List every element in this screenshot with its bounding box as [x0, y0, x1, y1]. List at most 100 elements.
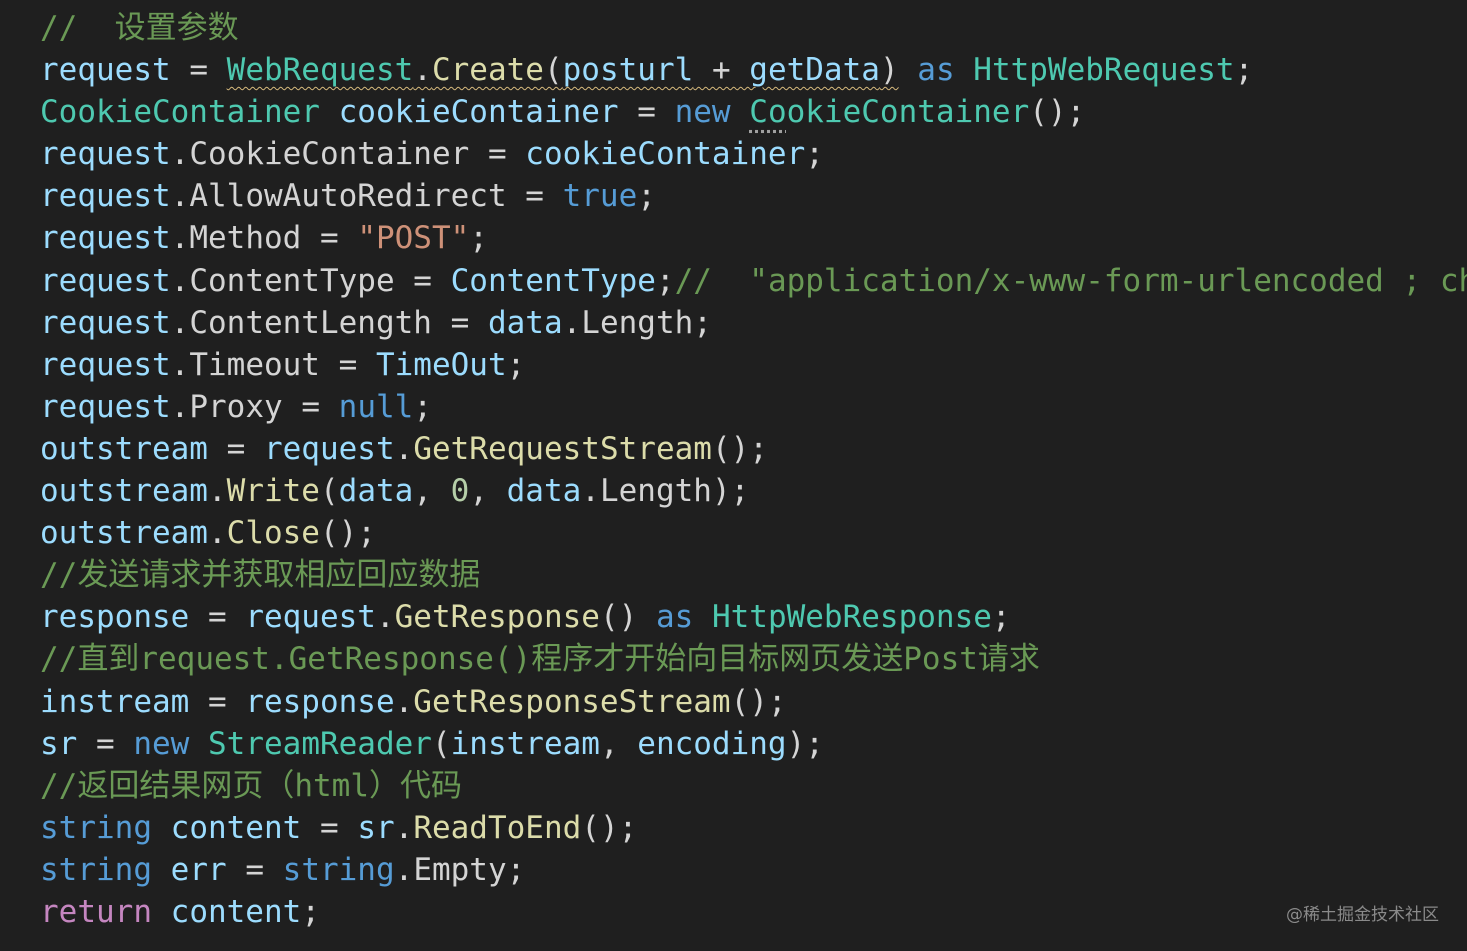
code-token: cookieContainer — [338, 94, 619, 131]
code-line[interactable]: outstream.Close(); — [40, 512, 1467, 554]
code-token: true — [562, 178, 638, 215]
code-token: ); — [711, 473, 750, 510]
code-line[interactable]: request.Method = "POST"; — [40, 217, 1467, 259]
code-token: (); — [319, 515, 376, 552]
code-token: 0 — [450, 473, 470, 510]
code-line[interactable]: sr = new StreamReader(instream, encoding… — [40, 723, 1467, 765]
code-token: Co — [749, 94, 787, 131]
code-token: request — [40, 220, 171, 257]
code-token: getData — [749, 52, 880, 89]
code-token: request — [40, 52, 171, 89]
code-token: request — [263, 430, 395, 467]
code-token: + — [693, 52, 750, 89]
code-line[interactable]: request.ContentLength = data.Length; — [40, 302, 1467, 344]
code-token: . — [562, 304, 582, 341]
code-token: Create — [431, 52, 544, 89]
code-token: ; — [469, 220, 488, 257]
code-line[interactable]: instream = response.GetResponseStream(); — [40, 681, 1467, 723]
code-token: = — [301, 809, 358, 846]
code-token: as — [917, 52, 955, 89]
code-line[interactable]: request.Timeout = TimeOut; — [40, 344, 1467, 386]
code-token: Close — [226, 515, 320, 552]
code-token: //返回结果网页（html）代码 — [40, 767, 462, 804]
code-token: err — [170, 851, 227, 888]
code-line[interactable]: //直到request.GetResponse()程序才开始向目标网页发送Pos… — [40, 638, 1467, 680]
code-line[interactable]: request = WebRequest.Create(posturl + ge… — [40, 49, 1467, 91]
code-token: . — [394, 851, 414, 888]
code-token: new — [674, 94, 731, 131]
code-line[interactable]: string err = string.Empty; — [40, 849, 1467, 891]
code-token: . — [394, 683, 414, 720]
code-token: = — [282, 388, 339, 425]
code-token: ( — [543, 52, 563, 89]
code-token: HttpWebResponse — [711, 599, 992, 636]
code-line[interactable]: outstream = request.GetRequestStream(); — [40, 428, 1467, 470]
code-token: ; — [301, 893, 320, 930]
code-token: request — [40, 178, 171, 215]
code-token: ReadToEnd — [413, 809, 582, 846]
code-line[interactable]: response = request.GetResponse() as Http… — [40, 596, 1467, 638]
code-token: = — [431, 304, 488, 341]
code-line[interactable]: return content; — [40, 891, 1467, 933]
code-token: ; — [637, 178, 656, 215]
code-token: = — [207, 430, 264, 467]
code-token: new — [133, 725, 190, 762]
code-token: (); — [711, 430, 768, 467]
code-token: (); — [581, 809, 638, 846]
code-line[interactable]: // 设置参数 — [40, 7, 1467, 49]
code-line[interactable]: request.ContentType = ContentType;// "ap… — [40, 260, 1467, 302]
code-token: response — [40, 599, 190, 636]
code-token: = — [77, 725, 134, 762]
code-token: GetRequestStream — [413, 430, 712, 467]
code-token: // "application/x-www-form-urlencoded ; … — [674, 262, 1467, 299]
code-token: ; — [506, 346, 526, 383]
code-token: = — [394, 262, 451, 299]
code-token: data — [487, 304, 563, 341]
code-token: . — [170, 346, 190, 383]
code-token: HttpWebRequest — [973, 52, 1235, 89]
code-token: . — [170, 178, 190, 215]
code-token: = — [301, 220, 358, 257]
code-token: StreamReader — [208, 725, 432, 762]
watermark: @稀土掘金技术社区 — [1286, 905, 1439, 925]
code-token: Write — [226, 473, 320, 510]
code-token: content — [170, 893, 302, 930]
code-token: "POST" — [357, 220, 470, 257]
code-token: request — [40, 388, 171, 425]
code-token: outstream — [40, 515, 208, 552]
code-token: GetResponseStream — [413, 683, 731, 720]
code-lines[interactable]: // 设置参数 request = WebRequest.Create(postu… — [40, 7, 1467, 933]
code-token: encoding — [637, 725, 787, 762]
code-token: () — [599, 599, 656, 636]
code-token: response — [245, 683, 395, 720]
code-editor[interactable]: // 设置参数 request = WebRequest.Create(postu… — [0, 0, 1467, 951]
code-line[interactable]: outstream.Write(data, 0, data.Length); — [40, 470, 1467, 512]
code-line[interactable]: CookieContainer cookieContainer = new Co… — [40, 91, 1467, 133]
code-token: = — [226, 851, 283, 888]
code-token: Length — [599, 473, 712, 510]
code-token: . — [375, 599, 395, 636]
code-line[interactable]: string content = sr.ReadToEnd(); — [40, 807, 1467, 849]
code-token: instream — [450, 725, 600, 762]
code-token: . — [413, 52, 432, 89]
code-token: ContentLength — [189, 304, 432, 341]
code-token: ( — [319, 473, 339, 510]
code-token: okieContainer — [786, 94, 1030, 131]
code-line[interactable]: request.Proxy = null; — [40, 386, 1467, 428]
code-line[interactable]: request.CookieContainer = cookieContaine… — [40, 133, 1467, 175]
code-token: request — [40, 304, 171, 341]
code-token: = — [170, 52, 227, 89]
code-token: . — [207, 515, 227, 552]
code-token: string — [40, 809, 152, 846]
code-token: = — [618, 94, 675, 131]
code-line[interactable]: request.AllowAutoRedirect = true; — [40, 175, 1467, 217]
code-token: request — [40, 262, 171, 299]
code-token: . — [170, 262, 190, 299]
code-token: cookieContainer — [525, 136, 806, 173]
code-line[interactable]: //发送请求并获取相应回应数据 — [40, 554, 1467, 596]
code-line[interactable]: //返回结果网页（html）代码 — [40, 765, 1467, 807]
code-token: string — [40, 851, 152, 888]
